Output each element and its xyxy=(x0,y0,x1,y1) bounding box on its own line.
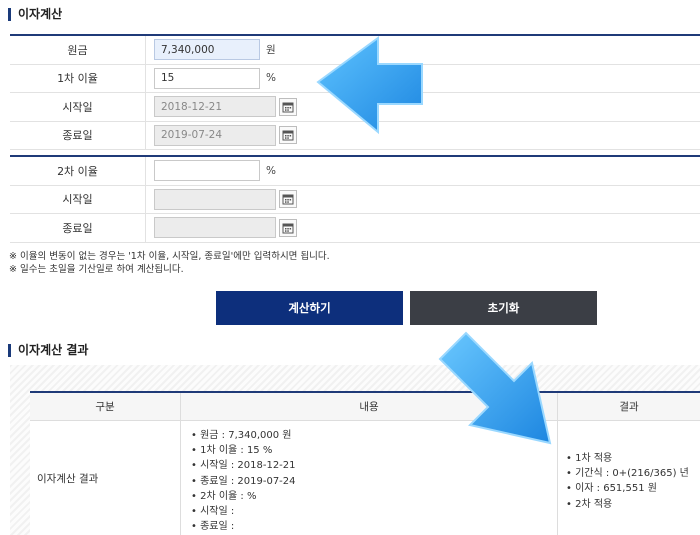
end-date-input[interactable]: 2019-07-24 xyxy=(154,124,276,146)
calendar-icon[interactable] xyxy=(279,218,297,237)
start-date2-row: 시작일 xyxy=(10,185,700,214)
calc-section-title: 이자계산 xyxy=(8,8,62,21)
table-row: 이자계산 결과 • 원금 : 7,340,000 원 • 1차 이율 : 15 … xyxy=(30,421,700,535)
note-line: ※ 일수는 초일을 기산일로 하여 계산됩니다. xyxy=(9,264,184,275)
percent-unit: % xyxy=(266,72,276,85)
list-item: • 1차 이율 : 15 % xyxy=(191,445,273,457)
end-date-row: 종료일 2019-07-24 xyxy=(10,121,700,150)
list-item: • 이자 : 651,551 원 xyxy=(566,483,657,495)
list-item: • 2차 이율 : % xyxy=(191,490,257,502)
list-item: • 시작일 : xyxy=(191,506,235,518)
list-item: • 종료일 : xyxy=(191,521,235,533)
list-item: • 기간식 : 0+(216/365) 년 xyxy=(566,468,689,480)
end-date2-label: 종료일 xyxy=(62,221,93,235)
list-item: • 2차 적용 xyxy=(566,498,613,510)
header-category: 구분 xyxy=(95,401,115,413)
list-item: • 시작일 : 2018-12-21 xyxy=(191,460,296,472)
start-date-label: 시작일 xyxy=(62,100,93,114)
end-date2-row: 종료일 xyxy=(10,214,700,243)
start-date2-input[interactable] xyxy=(154,188,276,210)
start-date-row: 시작일 2018-12-21 xyxy=(10,93,700,122)
start-date-input[interactable]: 2018-12-21 xyxy=(154,96,276,118)
principal-label: 원금 xyxy=(67,43,88,57)
note-line: ※ 이율의 변동이 없는 경우는 '1차 이율, 시작일, 종료일'에만 입력하… xyxy=(9,251,330,262)
reset-button[interactable]: 초기화 xyxy=(410,291,597,325)
list-item: • 1차 적용 xyxy=(566,453,613,464)
rate2-label: 2차 이율 xyxy=(57,164,98,178)
header-result: 결과 xyxy=(557,393,700,420)
rate1-row: 1차 이율 15 % xyxy=(10,64,700,93)
first-period-form: 원금 7,340,000 원 1차 이율 15 % 시작일 2018-12-21… xyxy=(10,34,700,150)
rate2-input[interactable] xyxy=(154,160,260,182)
list-item: • 종료일 : 2019-07-24 xyxy=(191,475,296,487)
result-panel: 구분 내용 결과 이자계산 결과 • 원금 : 7,340,000 원 • 1차… xyxy=(10,365,700,535)
calculate-button[interactable]: 계산하기 xyxy=(216,291,403,325)
percent-unit: % xyxy=(266,164,276,177)
header-content: 내용 xyxy=(180,393,557,420)
result-table: 구분 내용 결과 이자계산 결과 • 원금 : 7,340,000 원 • 1차… xyxy=(30,391,700,535)
end-date2-input[interactable] xyxy=(154,217,276,239)
list-item: • 원금 : 7,340,000 원 xyxy=(191,430,292,441)
rate1-input[interactable]: 15 xyxy=(154,67,260,89)
start-date2-label: 시작일 xyxy=(62,193,93,207)
content-cell: • 원금 : 7,340,000 원 • 1차 이율 : 15 % • 시작일 … xyxy=(180,421,557,535)
principal-input[interactable]: 7,340,000 xyxy=(154,39,260,61)
rate1-label: 1차 이율 xyxy=(57,72,98,86)
row-label: 이자계산 결과 xyxy=(37,472,99,485)
calendar-icon[interactable] xyxy=(279,190,297,209)
calendar-icon[interactable] xyxy=(279,97,297,116)
calendar-icon[interactable] xyxy=(279,126,297,145)
principal-row: 원금 7,340,000 원 xyxy=(10,36,700,65)
result-table-header: 구분 내용 결과 xyxy=(30,393,700,421)
result-section-title: 이자계산 결과 xyxy=(8,344,88,357)
won-unit: 원 xyxy=(266,44,276,57)
result-cell: • 1차 적용 • 기간식 : 0+(216/365) 년 • 이자 : 651… xyxy=(557,421,700,535)
second-period-form: 2차 이율 % 시작일 종료일 xyxy=(10,155,700,243)
end-date-label: 종료일 xyxy=(62,129,93,143)
rate2-row: 2차 이율 % xyxy=(10,157,700,186)
